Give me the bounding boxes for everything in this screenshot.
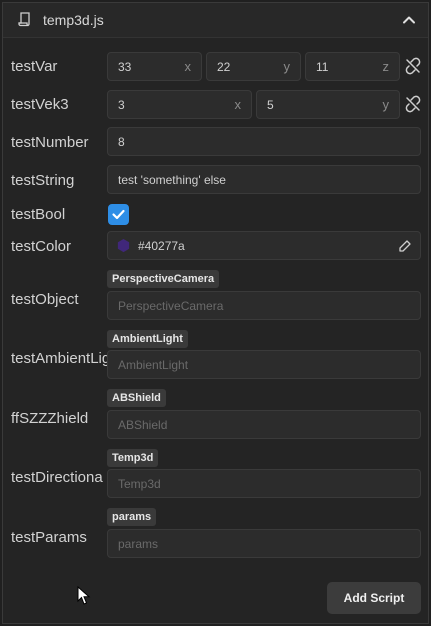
label-testObject: testObject [11, 291, 79, 308]
testVek3-x-value: 3 [118, 98, 125, 112]
testVar-y-value: 22 [217, 60, 231, 74]
label-testNumber: testNumber [11, 134, 89, 151]
y-axis-label: y [283, 59, 291, 74]
mouse-cursor-icon [77, 586, 91, 605]
testAmbientLight-placeholder: AmbientLight [118, 358, 189, 372]
script-file-icon [18, 12, 30, 27]
label-testParams: testParams [11, 529, 87, 546]
chevron-up-icon[interactable] [400, 11, 418, 29]
testString-input[interactable]: test 'something' else [107, 165, 421, 194]
testObject-type-tag: PerspectiveCamera [107, 270, 220, 288]
testVar-x-input[interactable]: 33 x [107, 52, 202, 81]
y-axis-label: y [382, 97, 390, 112]
testVar-z-value: 11 [316, 60, 329, 74]
testString-value: test 'something' else [118, 173, 226, 187]
label-testColor: testColor [11, 238, 72, 255]
label-ffSZZZhield: ffSZZZhield [11, 410, 89, 427]
testNumber-input[interactable]: 8 [107, 127, 421, 156]
testNumber-value: 8 [118, 135, 125, 149]
x-axis-label: x [234, 97, 242, 112]
script-title: temp3d.js [43, 12, 104, 28]
label-testVar: testVar [11, 58, 58, 75]
label-testDirectional: testDirectiona [11, 469, 103, 486]
color-swatch[interactable] [116, 238, 131, 253]
testParams-placeholder: params [118, 537, 159, 551]
checkmark-icon [112, 209, 125, 220]
testVek3-x-input[interactable]: 3 x [107, 90, 252, 119]
testAmbientLight-type-tag: AmbientLight [107, 330, 188, 348]
z-axis-label: z [382, 59, 390, 74]
unlink-icon[interactable] [404, 57, 422, 75]
testVar-y-input[interactable]: 22 y [206, 52, 301, 81]
label-testBool: testBool [11, 206, 66, 223]
testVar-x-value: 33 [118, 60, 132, 74]
testColor-value: #40277a [138, 239, 185, 253]
label-testVek3: testVek3 [11, 96, 69, 113]
label-testString: testString [11, 172, 75, 189]
testDirectional-placeholder: Temp3d [118, 477, 161, 491]
testAmbientLight-input[interactable]: AmbientLight [107, 350, 421, 379]
label-testAmbientLight: testAmbientLig [11, 350, 109, 367]
testVek3-y-value: 5 [267, 98, 274, 112]
testDirectional-type-tag: Temp3d [107, 449, 159, 467]
testBool-checkbox[interactable] [108, 204, 129, 225]
testParams-type-tag: params [107, 508, 157, 526]
testVar-z-input[interactable]: 11 z [305, 52, 400, 81]
script-panel: temp3d.js testVar 33 x 22 y 11 z testVek… [2, 2, 429, 624]
testParams-input[interactable]: params [107, 529, 421, 558]
script-header[interactable]: temp3d.js [3, 3, 428, 38]
eyedropper-icon[interactable] [398, 239, 412, 253]
testObject-placeholder: PerspectiveCamera [118, 299, 224, 313]
testVek3-y-input[interactable]: 5 y [256, 90, 400, 119]
testObject-input[interactable]: PerspectiveCamera [107, 291, 421, 320]
ffSZZZhield-placeholder: ABShield [118, 418, 168, 432]
unlink-icon[interactable] [404, 95, 422, 113]
testColor-input[interactable]: #40277a [107, 231, 421, 260]
ffSZZZhield-type-tag: ABShield [107, 389, 166, 407]
ffSZZZhield-input[interactable]: ABShield [107, 410, 421, 439]
add-script-button[interactable]: Add Script [327, 582, 421, 614]
testDirectional-input[interactable]: Temp3d [107, 469, 421, 498]
x-axis-label: x [184, 59, 192, 74]
